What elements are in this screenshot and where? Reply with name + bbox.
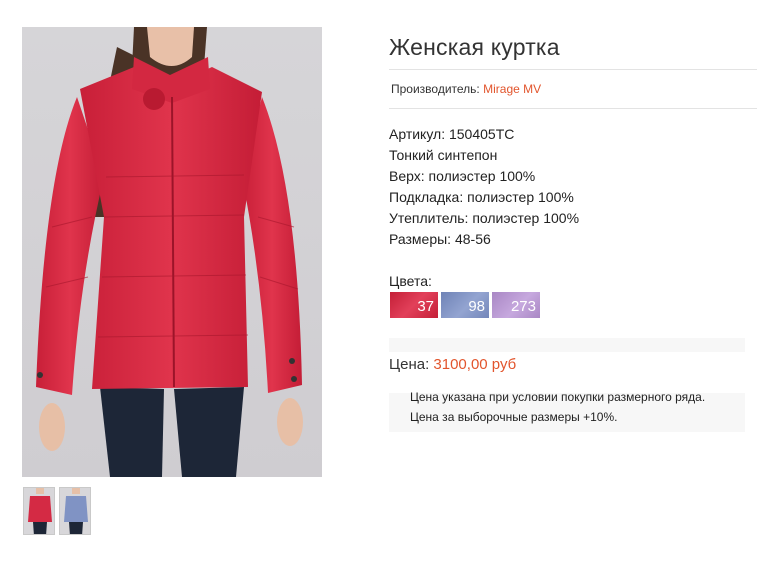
spec-outer-material: Верх: полиэстер 100% [389,168,536,184]
price-note: Цена указана при условии покупки размерн… [389,380,745,432]
color-swatch-98[interactable]: 98 [441,292,489,318]
spec-lining: Подкладка: полиэстер 100% [389,189,574,205]
spec-article: Артикул: 150405ТС [389,126,515,142]
colors-label: Цвета: [389,273,432,289]
spec-filling-type: Тонкий синтепон [389,147,498,163]
color-code: 273 [510,298,536,315]
spec-sizes: Размеры: 48-56 [389,231,491,247]
thumbnail-blue-jacket[interactable] [59,487,91,535]
price-note-line: Цена за выборочные размеры +10%. [410,410,618,424]
manufacturer-line: Производитель: Mirage MV [391,82,541,96]
price-line: Цена: 3100,00 руб [389,356,516,373]
divider [389,69,757,70]
thumbnail-red-jacket[interactable] [23,487,55,535]
price-label: Цена: [389,356,430,373]
price-separator [389,338,745,352]
price-note-line: Цена указана при условии покупки размерн… [410,390,706,404]
manufacturer-label: Производитель: [391,82,480,96]
color-swatch-37[interactable]: 37 [390,292,438,318]
spec-insulation: Утеплитель: полиэстер 100% [389,210,580,226]
divider [389,108,757,109]
color-swatch-273[interactable]: 273 [492,292,540,318]
color-code: 98 [468,298,485,315]
product-title: Женская куртка [389,34,560,60]
main-product-image[interactable] [22,27,322,477]
red-jacket-photo [36,27,303,477]
product-specs: Артикул: 150405ТС Тонкий синтепон Верх: … [389,124,579,250]
price-value: 3100,00 руб [433,356,517,373]
color-code: 37 [417,298,434,315]
blue-jacket-thumb [64,488,88,534]
red-jacket-thumb [28,488,52,534]
manufacturer-link[interactable]: Mirage MV [483,82,541,96]
